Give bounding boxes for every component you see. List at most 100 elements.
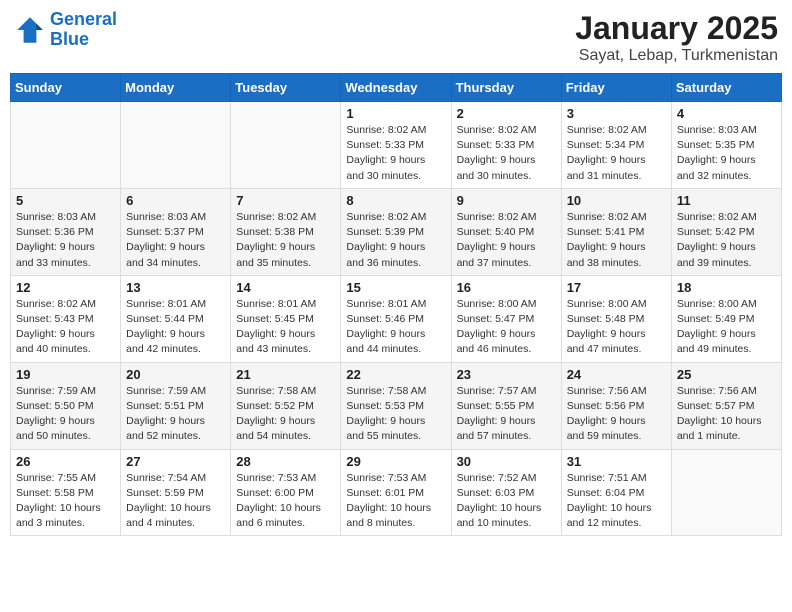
calendar-subtitle: Sayat, Lebap, Turkmenistan xyxy=(575,47,778,65)
day-number: 31 xyxy=(567,454,666,469)
calendar-cell: 29 Sunrise: 7:53 AM Sunset: 6:01 PM Dayli… xyxy=(341,449,451,536)
calendar-cell: 24 Sunrise: 7:56 AM Sunset: 5:56 PM Dayli… xyxy=(561,362,671,449)
day-info: Sunrise: 8:01 AM Sunset: 5:44 PM Dayligh… xyxy=(126,297,225,358)
day-info: Sunrise: 7:56 AM Sunset: 5:57 PM Dayligh… xyxy=(677,384,776,445)
day-info: Sunrise: 7:56 AM Sunset: 5:56 PM Dayligh… xyxy=(567,384,666,445)
title-block: January 2025 Sayat, Lebap, Turkmenistan xyxy=(575,10,778,65)
week-row-3: 12Sunrise: 8:02 AM Sunset: 5:43 PM Dayli… xyxy=(11,275,782,362)
calendar-cell: 4Sunrise: 8:03 AM Sunset: 5:35 PM Daylig… xyxy=(671,102,781,189)
day-number: 20 xyxy=(126,367,225,382)
calendar-cell: 19 Sunrise: 7:59 AM Sunset: 5:50 PM Dayli… xyxy=(11,362,121,449)
calendar-table: SundayMondayTuesdayWednesdayThursdayFrid… xyxy=(10,73,782,536)
logo-line1: General xyxy=(50,9,117,29)
weekday-row: SundayMondayTuesdayWednesdayThursdayFrid… xyxy=(11,74,782,102)
day-info: Sunrise: 8:02 AM Sunset: 5:40 PM Dayligh… xyxy=(457,210,556,271)
calendar-cell: 13Sunrise: 8:01 AM Sunset: 5:44 PM Dayli… xyxy=(121,275,231,362)
day-info: Sunrise: 7:53 AM Sunset: 6:01 PM Dayligh… xyxy=(346,471,445,532)
day-number: 27 xyxy=(126,454,225,469)
calendar-cell: 1Sunrise: 8:02 AM Sunset: 5:33 PM Daylig… xyxy=(341,102,451,189)
day-number: 7 xyxy=(236,193,335,208)
day-number: 15 xyxy=(346,280,445,295)
day-number: 19 xyxy=(16,367,115,382)
day-info: Sunrise: 8:03 AM Sunset: 5:35 PM Dayligh… xyxy=(677,123,776,184)
weekday-header-tuesday: Tuesday xyxy=(231,74,341,102)
calendar-cell: 28 Sunrise: 7:53 AM Sunset: 6:00 PM Dayli… xyxy=(231,449,341,536)
day-info: Sunrise: 8:00 AM Sunset: 5:48 PM Dayligh… xyxy=(567,297,666,358)
calendar-cell: 10 Sunrise: 8:02 AM Sunset: 5:41 PM Dayli… xyxy=(561,188,671,275)
day-info: Sunrise: 7:53 AM Sunset: 6:00 PM Dayligh… xyxy=(236,471,335,532)
logo: General Blue xyxy=(14,10,117,50)
calendar-cell xyxy=(121,102,231,189)
day-info: Sunrise: 8:02 AM Sunset: 5:33 PM Dayligh… xyxy=(346,123,445,184)
calendar-cell: 7 Sunrise: 8:02 AM Sunset: 5:38 PM Daylig… xyxy=(231,188,341,275)
calendar-cell: 27Sunrise: 7:54 AM Sunset: 5:59 PM Dayli… xyxy=(121,449,231,536)
calendar-cell: 17 Sunrise: 8:00 AM Sunset: 5:48 PM Dayli… xyxy=(561,275,671,362)
calendar-header: SundayMondayTuesdayWednesdayThursdayFrid… xyxy=(11,74,782,102)
day-number: 3 xyxy=(567,106,666,121)
calendar-cell: 8Sunrise: 8:02 AM Sunset: 5:39 PM Daylig… xyxy=(341,188,451,275)
day-number: 24 xyxy=(567,367,666,382)
calendar-cell: 21Sunrise: 7:58 AM Sunset: 5:52 PM Dayli… xyxy=(231,362,341,449)
week-row-1: 1Sunrise: 8:02 AM Sunset: 5:33 PM Daylig… xyxy=(11,102,782,189)
week-row-5: 26Sunrise: 7:55 AM Sunset: 5:58 PM Dayli… xyxy=(11,449,782,536)
calendar-cell: 14 Sunrise: 8:01 AM Sunset: 5:45 PM Dayli… xyxy=(231,275,341,362)
day-number: 10 xyxy=(567,193,666,208)
day-info: Sunrise: 8:01 AM Sunset: 5:46 PM Dayligh… xyxy=(346,297,445,358)
calendar-cell: 2 Sunrise: 8:02 AM Sunset: 5:33 PM Daylig… xyxy=(451,102,561,189)
day-info: Sunrise: 8:02 AM Sunset: 5:33 PM Dayligh… xyxy=(457,123,556,184)
day-info: Sunrise: 8:00 AM Sunset: 5:47 PM Dayligh… xyxy=(457,297,556,358)
day-info: Sunrise: 8:02 AM Sunset: 5:42 PM Dayligh… xyxy=(677,210,776,271)
logo-icon xyxy=(14,14,46,46)
day-number: 9 xyxy=(457,193,556,208)
day-info: Sunrise: 7:59 AM Sunset: 5:50 PM Dayligh… xyxy=(16,384,115,445)
calendar-cell: 9 Sunrise: 8:02 AM Sunset: 5:40 PM Daylig… xyxy=(451,188,561,275)
weekday-header-sunday: Sunday xyxy=(11,74,121,102)
calendar-body: 1Sunrise: 8:02 AM Sunset: 5:33 PM Daylig… xyxy=(11,102,782,536)
weekday-header-saturday: Saturday xyxy=(671,74,781,102)
calendar-cell: 6Sunrise: 8:03 AM Sunset: 5:37 PM Daylig… xyxy=(121,188,231,275)
day-number: 29 xyxy=(346,454,445,469)
day-info: Sunrise: 8:01 AM Sunset: 5:45 PM Dayligh… xyxy=(236,297,335,358)
day-info: Sunrise: 7:51 AM Sunset: 6:04 PM Dayligh… xyxy=(567,471,666,532)
day-info: Sunrise: 7:57 AM Sunset: 5:55 PM Dayligh… xyxy=(457,384,556,445)
weekday-header-thursday: Thursday xyxy=(451,74,561,102)
calendar-cell: 23 Sunrise: 7:57 AM Sunset: 5:55 PM Dayli… xyxy=(451,362,561,449)
calendar-cell: 18 Sunrise: 8:00 AM Sunset: 5:49 PM Dayli… xyxy=(671,275,781,362)
day-info: Sunrise: 7:59 AM Sunset: 5:51 PM Dayligh… xyxy=(126,384,225,445)
logo-line2: Blue xyxy=(50,29,89,49)
day-number: 2 xyxy=(457,106,556,121)
day-number: 6 xyxy=(126,193,225,208)
calendar-cell xyxy=(671,449,781,536)
calendar-cell: 22 Sunrise: 7:58 AM Sunset: 5:53 PM Dayli… xyxy=(341,362,451,449)
day-number: 18 xyxy=(677,280,776,295)
day-number: 23 xyxy=(457,367,556,382)
day-info: Sunrise: 8:00 AM Sunset: 5:49 PM Dayligh… xyxy=(677,297,776,358)
calendar-cell: 3 Sunrise: 8:02 AM Sunset: 5:34 PM Daylig… xyxy=(561,102,671,189)
calendar-cell: 15 Sunrise: 8:01 AM Sunset: 5:46 PM Dayli… xyxy=(341,275,451,362)
day-number: 8 xyxy=(346,193,445,208)
day-number: 14 xyxy=(236,280,335,295)
day-number: 17 xyxy=(567,280,666,295)
calendar-cell: 30 Sunrise: 7:52 AM Sunset: 6:03 PM Dayli… xyxy=(451,449,561,536)
day-info: Sunrise: 7:52 AM Sunset: 6:03 PM Dayligh… xyxy=(457,471,556,532)
day-number: 26 xyxy=(16,454,115,469)
day-info: Sunrise: 8:02 AM Sunset: 5:41 PM Dayligh… xyxy=(567,210,666,271)
day-info: Sunrise: 8:02 AM Sunset: 5:34 PM Dayligh… xyxy=(567,123,666,184)
calendar-cell xyxy=(231,102,341,189)
day-number: 28 xyxy=(236,454,335,469)
day-number: 16 xyxy=(457,280,556,295)
weekday-header-wednesday: Wednesday xyxy=(341,74,451,102)
day-info: Sunrise: 8:03 AM Sunset: 5:36 PM Dayligh… xyxy=(16,210,115,271)
day-number: 11 xyxy=(677,193,776,208)
day-number: 30 xyxy=(457,454,556,469)
week-row-4: 19 Sunrise: 7:59 AM Sunset: 5:50 PM Dayli… xyxy=(11,362,782,449)
weekday-header-friday: Friday xyxy=(561,74,671,102)
calendar-cell: 25 Sunrise: 7:56 AM Sunset: 5:57 PM Dayli… xyxy=(671,362,781,449)
calendar-cell: 11 Sunrise: 8:02 AM Sunset: 5:42 PM Dayli… xyxy=(671,188,781,275)
day-info: Sunrise: 7:58 AM Sunset: 5:53 PM Dayligh… xyxy=(346,384,445,445)
day-info: Sunrise: 8:02 AM Sunset: 5:38 PM Dayligh… xyxy=(236,210,335,271)
weekday-header-monday: Monday xyxy=(121,74,231,102)
day-number: 25 xyxy=(677,367,776,382)
week-row-2: 5Sunrise: 8:03 AM Sunset: 5:36 PM Daylig… xyxy=(11,188,782,275)
day-number: 22 xyxy=(346,367,445,382)
